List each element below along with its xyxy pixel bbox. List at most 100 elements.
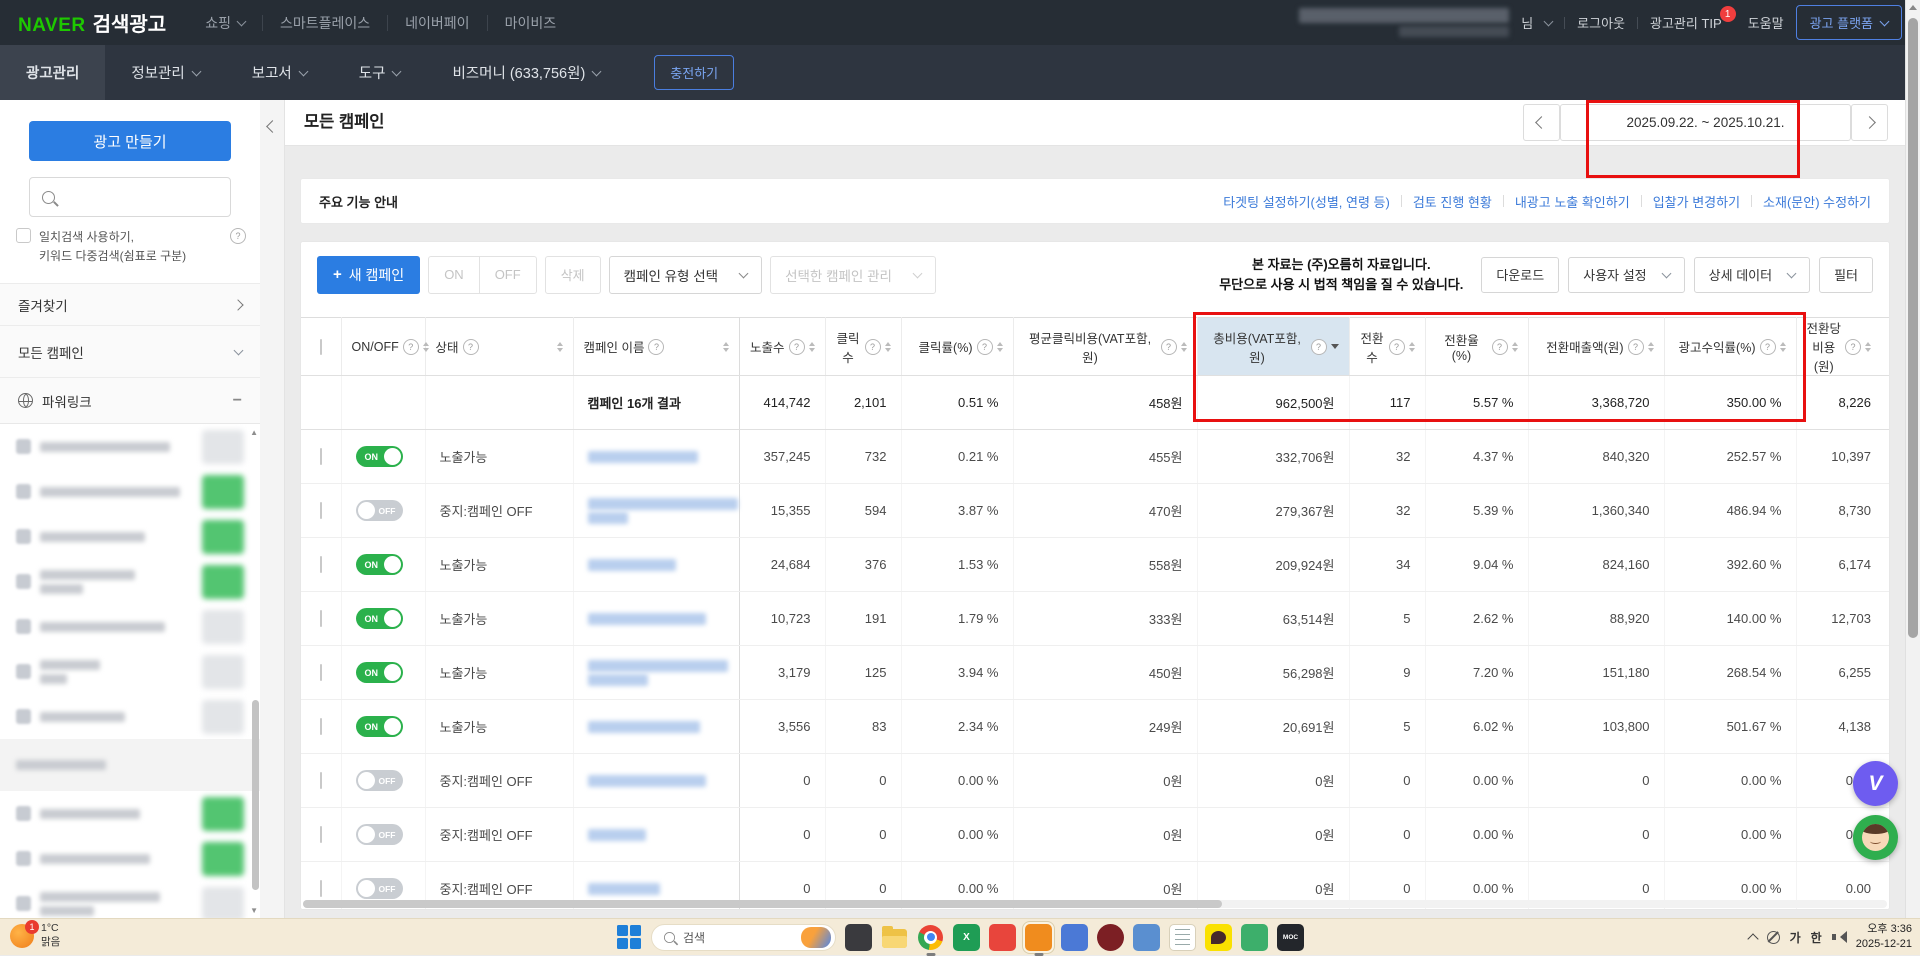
scroll-up-icon[interactable]: ▲	[250, 428, 258, 437]
feature-link[interactable]: 내광고 노출 확인하기	[1515, 192, 1630, 211]
row-campaign-name-redacted[interactable]	[573, 646, 739, 700]
campaign-toggle-redacted[interactable]	[202, 887, 244, 920]
delete-button[interactable]: 삭제	[545, 256, 601, 294]
row-checkbox[interactable]	[320, 772, 322, 789]
campaign-toggle-redacted[interactable]	[202, 565, 244, 599]
create-ad-button[interactable]: 광고 만들기	[29, 121, 231, 161]
help-icon[interactable]: ?	[1845, 339, 1861, 355]
file-explorer-icon[interactable]	[881, 924, 908, 951]
brand-logo[interactable]: NAVER 검색광고	[18, 8, 166, 37]
campaign-list-item[interactable]	[0, 604, 260, 649]
ad-platform-button[interactable]: 광고 플랫폼	[1796, 5, 1902, 40]
detail-data-select[interactable]: 상세 데이터	[1694, 257, 1810, 293]
campaign-list-item[interactable]	[0, 514, 260, 559]
campaign-list-item[interactable]	[0, 791, 260, 836]
onoff-toggle[interactable]: ON	[356, 662, 403, 683]
row-checkbox[interactable]	[320, 556, 322, 573]
campaign-toggle-redacted[interactable]	[202, 475, 244, 509]
sort-icon[interactable]	[1648, 342, 1654, 352]
ime-han-indicator[interactable]: 한	[1811, 929, 1822, 946]
download-button[interactable]: 다운로드	[1481, 257, 1559, 293]
charge-button[interactable]: 충전하기	[654, 55, 734, 90]
onoff-toggle[interactable]: OFF	[356, 878, 403, 899]
new-campaign-button[interactable]: + 새 캠페인	[317, 256, 420, 294]
tray-expand-icon[interactable]	[1747, 933, 1758, 944]
row-campaign-name-redacted[interactable]	[573, 592, 739, 646]
gnb-item-쇼핑[interactable]: 쇼핑	[188, 15, 262, 31]
sort-icon[interactable]	[1409, 342, 1415, 352]
taskbar-search[interactable]: 검색	[651, 924, 836, 951]
privacy-eye-icon[interactable]	[1767, 931, 1780, 944]
sidebar-item-all-campaigns[interactable]: 모든 캠페인	[0, 325, 260, 377]
row-campaign-name-redacted[interactable]	[573, 430, 739, 484]
row-campaign-name-redacted[interactable]	[573, 484, 739, 538]
campaign-list-item[interactable]	[0, 559, 260, 604]
campaign-toggle-redacted[interactable]	[202, 655, 244, 689]
onoff-toggle[interactable]: OFF	[356, 770, 403, 791]
user-settings-select[interactable]: 사용자 설정	[1568, 257, 1684, 293]
sort-icon[interactable]	[1181, 342, 1187, 352]
gnb-item-네이버페이[interactable]: 네이버페이	[387, 15, 486, 31]
campaign-toggle-redacted[interactable]	[202, 797, 244, 831]
scroll-down-icon[interactable]: ▼	[250, 906, 258, 915]
menu-item-도구[interactable]: 도구	[333, 45, 427, 100]
help-icon[interactable]: ?	[230, 228, 246, 244]
app-dark-icon[interactable]	[845, 924, 872, 951]
horizontal-scrollbar-thumb[interactable]	[303, 900, 1222, 908]
moc-app-icon[interactable]: MOC	[1277, 924, 1304, 951]
chat-widget-v[interactable]: V	[1853, 761, 1898, 806]
row-campaign-name-redacted[interactable]	[573, 538, 739, 592]
row-checkbox[interactable]	[320, 718, 322, 735]
gnb-item-스마트플레이스[interactable]: 스마트플레이스	[262, 15, 387, 31]
scrollbar-up-arrow[interactable]	[1909, 5, 1917, 10]
campaign-toggle-redacted[interactable]	[202, 430, 244, 464]
onoff-toggle[interactable]: ON	[356, 608, 403, 629]
sort-desc-icon[interactable]	[1331, 344, 1339, 349]
help-icon[interactable]: ?	[865, 339, 881, 355]
campaign-type-select[interactable]: 캠페인 유형 선택	[609, 256, 762, 294]
on-button[interactable]: ON	[428, 256, 480, 294]
menu-item-정보관리[interactable]: 정보관리	[105, 45, 225, 100]
select-all-checkbox[interactable]	[320, 339, 322, 355]
help-icon[interactable]: ?	[463, 339, 479, 355]
row-campaign-name-redacted[interactable]	[573, 754, 739, 808]
media-red-icon[interactable]	[1097, 924, 1124, 951]
help-icon[interactable]: ?	[1492, 339, 1508, 355]
sort-icon[interactable]	[885, 342, 891, 352]
sort-icon[interactable]	[723, 342, 729, 352]
help-icon[interactable]: ?	[789, 339, 805, 355]
help-icon[interactable]: ?	[977, 339, 993, 355]
kakaotalk-icon[interactable]	[1205, 924, 1232, 951]
sort-icon[interactable]	[1512, 342, 1518, 352]
onoff-toggle[interactable]: ON	[356, 716, 403, 737]
date-range-picker[interactable]: 2025.09.22. ~ 2025.10.21.	[1560, 104, 1851, 141]
volume-icon[interactable]	[1832, 931, 1846, 943]
campaign-list-item[interactable]	[0, 649, 260, 694]
campaign-list-item[interactable]	[0, 881, 260, 919]
taskbar-clock[interactable]: 오후 3:36 2025-12-21	[1856, 922, 1912, 952]
page-scrollbar-thumb[interactable]	[1908, 18, 1918, 638]
onoff-toggle[interactable]: ON	[356, 446, 403, 467]
sort-icon[interactable]	[997, 342, 1003, 352]
row-campaign-name-redacted[interactable]	[573, 700, 739, 754]
sidebar-scrollbar-thumb[interactable]	[252, 700, 259, 890]
collapse-minus-icon[interactable]: −	[233, 392, 242, 410]
gnb-item-마이비즈[interactable]: 마이비즈	[487, 15, 574, 31]
sidebar-item-favorites[interactable]: 즐겨찾기	[0, 283, 260, 325]
user-menu-caret-icon[interactable]	[1544, 16, 1554, 26]
row-checkbox[interactable]	[320, 880, 322, 897]
feature-link[interactable]: 검토 진행 현황	[1413, 192, 1492, 211]
sidebar-collapse-strip[interactable]	[260, 100, 285, 919]
onoff-toggle[interactable]: OFF	[356, 824, 403, 845]
sidebar-item-powerlink[interactable]: 파워링크 −	[0, 377, 260, 423]
sort-icon[interactable]	[557, 342, 563, 352]
ad-tip-link[interactable]: 광고관리 TIP 1	[1650, 13, 1736, 32]
feature-link[interactable]: 타겟팅 설정하기(성별, 연령 등)	[1223, 192, 1390, 211]
menu-item-광고관리[interactable]: 광고관리	[0, 45, 105, 100]
chrome-icon[interactable]	[917, 924, 944, 951]
start-button[interactable]	[616, 924, 642, 950]
feature-link[interactable]: 소재(문안) 수정하기	[1763, 192, 1871, 211]
row-campaign-name-redacted[interactable]	[573, 808, 739, 862]
help-link[interactable]: 도움말	[1748, 13, 1784, 32]
campaign-list-item[interactable]	[0, 836, 260, 881]
